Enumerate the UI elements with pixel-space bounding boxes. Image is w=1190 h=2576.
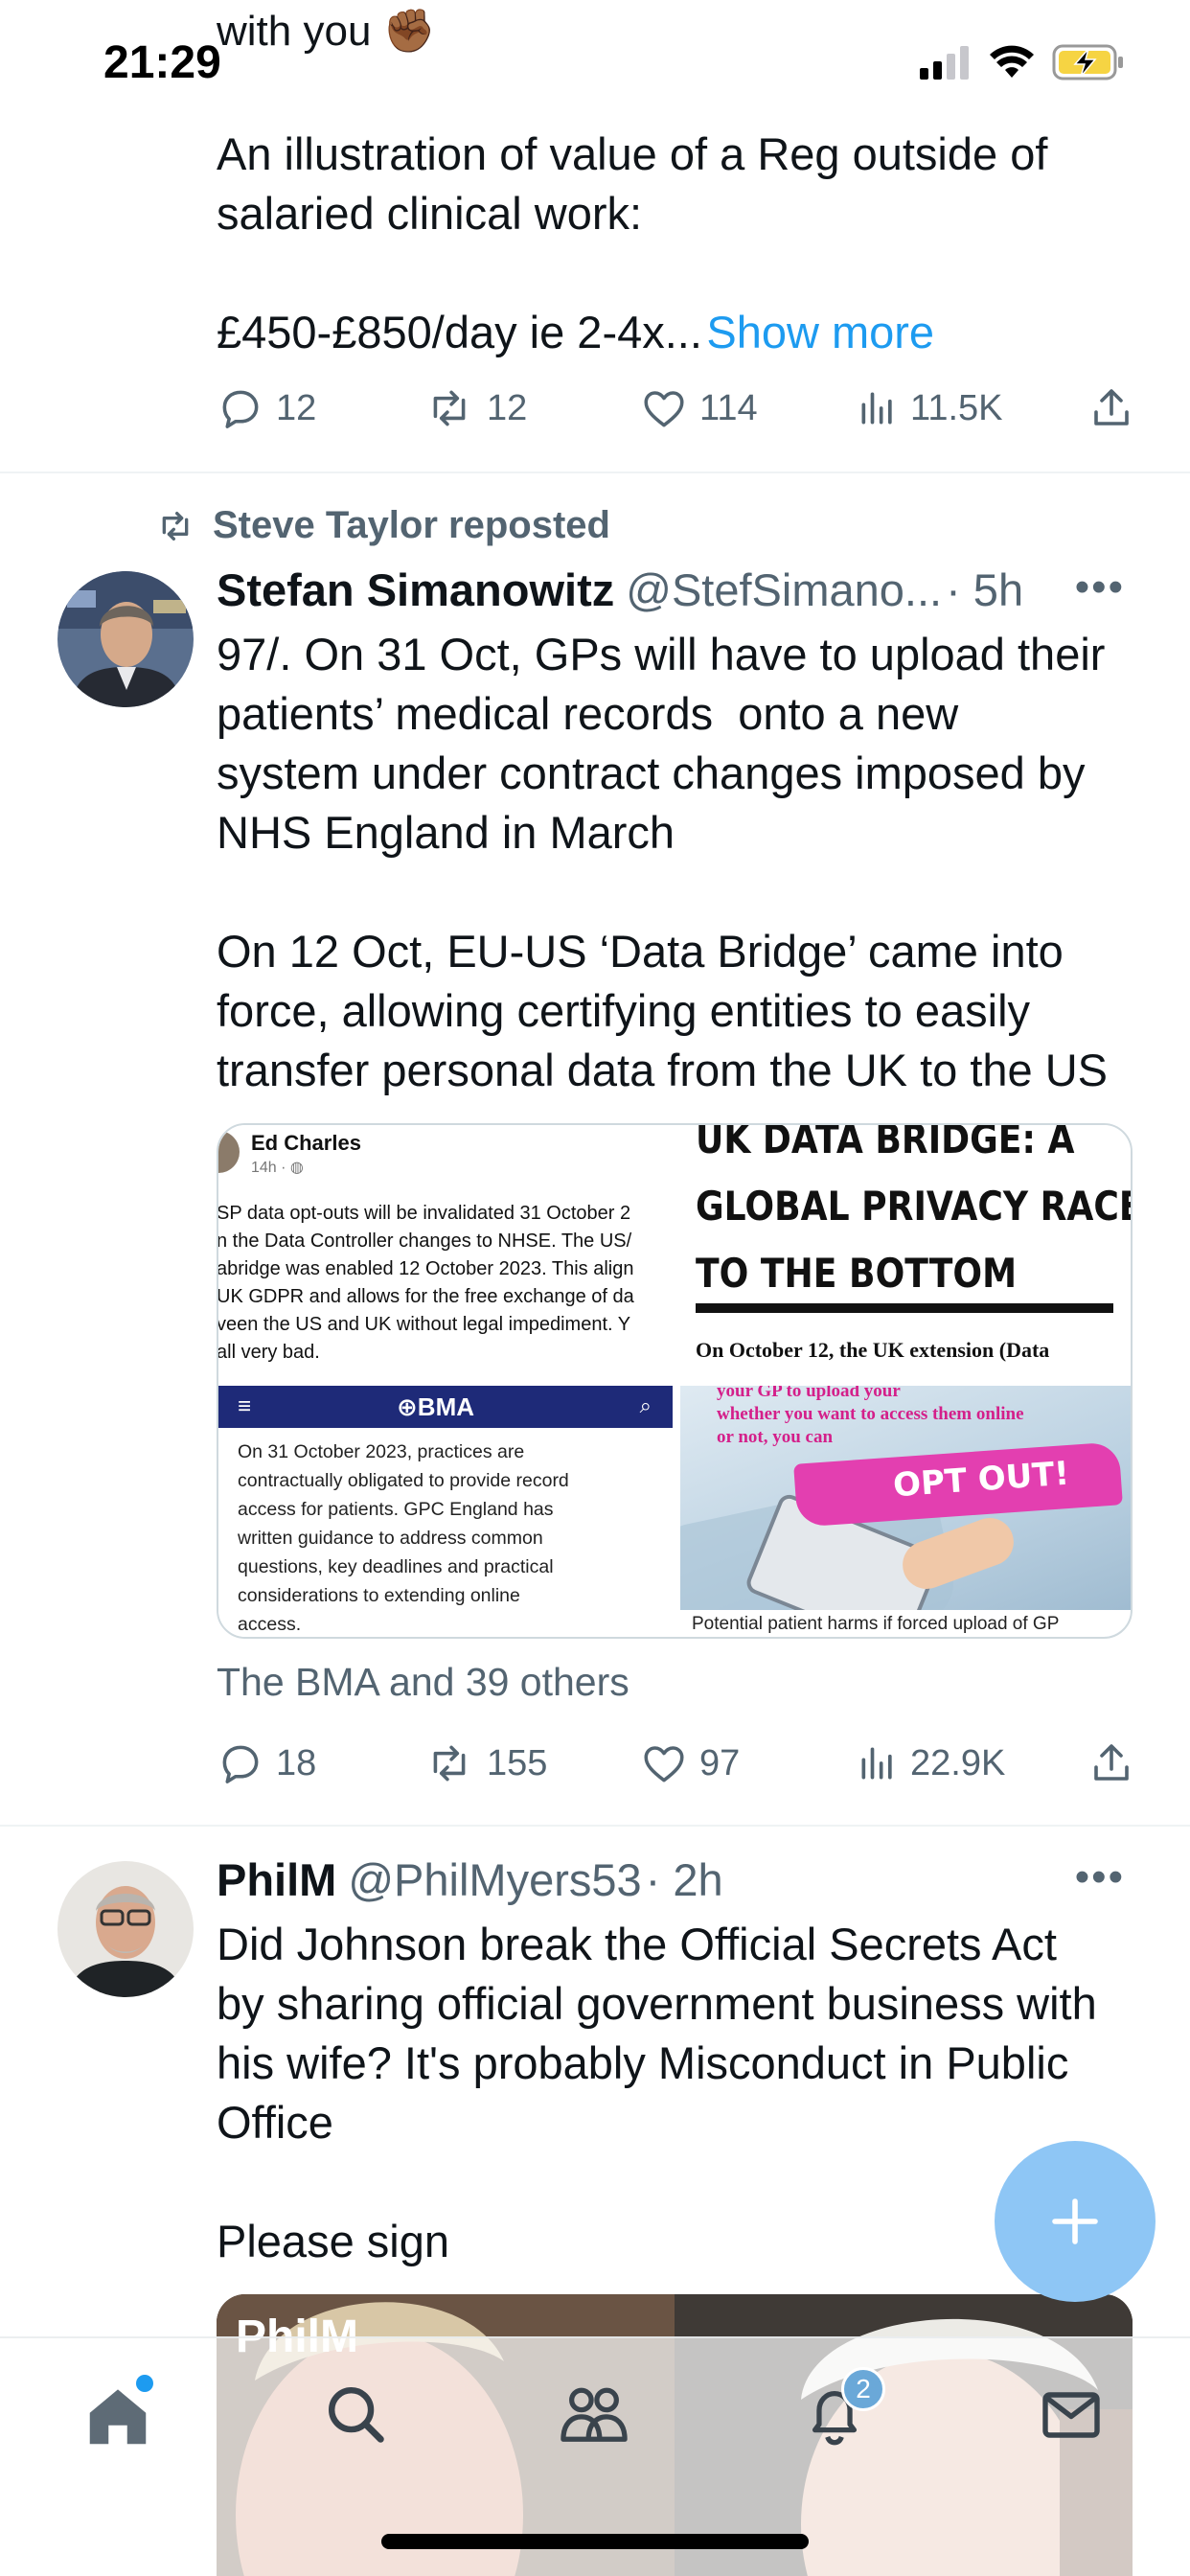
divider [0, 472, 1190, 473]
fb-post-text: SP data opt-outs will be invalidated 31 … [218, 1203, 634, 1363]
repost-icon [162, 511, 189, 540]
repost-count: 12 [487, 387, 528, 428]
reply-button[interactable]: 18 [217, 1739, 423, 1787]
views-button[interactable]: 11.5K [857, 384, 1079, 432]
share-button[interactable] [1088, 1739, 1134, 1787]
home-indicator [381, 2534, 809, 2549]
nav-search[interactable] [322, 2380, 389, 2452]
avatar-image [57, 571, 194, 707]
reply-icon [222, 1745, 259, 1783]
heart-icon [644, 391, 684, 427]
fb-author: Ed Charles [251, 1131, 361, 1155]
article-subline: On October 12, the UK extension (Data [696, 1338, 1050, 1362]
repost-label: Steve Taylor reposted [213, 504, 610, 546]
compose-fab-button[interactable] [995, 2141, 1156, 2302]
tagged-users[interactable]: The BMA and 39 others [217, 1660, 629, 1705]
media-image-article[interactable]: UK DATA BRIDGE: A GLOBAL PRIVACY RACE TO… [680, 1125, 1133, 1384]
repost-count: 155 [487, 1742, 548, 1783]
views-chart-icon [861, 392, 892, 425]
media-image-opt-out[interactable]: your GP to upload your whether you want … [680, 1386, 1131, 1637]
media-grid[interactable]: Ed Charles 14h · ◍ SP data opt-outs will… [217, 1123, 1133, 1639]
media-image-facebook-post[interactable]: Ed Charles 14h · ◍ SP data opt-outs will… [218, 1125, 673, 1384]
optout-top-text: your GP to upload your whether you want … [717, 1386, 1024, 1447]
bma-logo: ⊕BMA [397, 1392, 475, 1421]
nav-communities[interactable] [558, 2380, 630, 2452]
repost-icon [433, 1745, 466, 1782]
repost-button[interactable]: 12 [423, 384, 640, 432]
like-button[interactable]: 97 [640, 1739, 857, 1787]
tweet-text: 97/. On 31 Oct, GPs will have to upload … [217, 629, 1109, 1095]
tweet-body: 97/. On 31 Oct, GPs will have to upload … [217, 625, 1165, 1100]
media-image-bma[interactable]: ≡ ⊕BMA ⌕ On 31 October 2023, practices a… [218, 1386, 673, 1637]
plus-icon [1052, 2198, 1098, 2244]
views-chart-icon [861, 1747, 892, 1780]
globe-icon: ◍ [289, 1160, 304, 1176]
author-name[interactable]: PhilM [217, 1853, 336, 1906]
globe-icon: ⊕ [397, 1392, 418, 1421]
reply-button[interactable]: 12 [217, 384, 423, 432]
author-name[interactable]: Stefan Simanowitz [217, 564, 614, 616]
share-button[interactable] [1088, 384, 1134, 432]
status-icons [920, 44, 1125, 80]
divider [0, 1825, 1190, 1827]
bma-header: ≡ ⊕BMA ⌕ [218, 1386, 673, 1428]
nav-messages[interactable] [1037, 2380, 1106, 2454]
repost-button[interactable]: 155 [423, 1739, 640, 1787]
repost-indicator[interactable]: Steve Taylor reposted [153, 504, 610, 547]
battery-charging-icon [1052, 44, 1123, 80]
messages-icon [1042, 2392, 1100, 2438]
status-time: 21:29 [103, 37, 221, 88]
author-handle[interactable]: @PhilMyers53 [348, 1853, 641, 1906]
reply-count: 12 [276, 387, 317, 428]
communities-icon [561, 2387, 628, 2442]
reply-icon [222, 390, 259, 428]
like-count: 114 [699, 387, 758, 428]
show-more-link[interactable]: Show more [706, 307, 934, 357]
nav-home[interactable] [80, 2375, 155, 2458]
share-icon [1094, 1744, 1129, 1781]
views-count: 22.9K [910, 1742, 1006, 1783]
tweet-time: · 2h [645, 1854, 723, 1905]
heart-icon [644, 1746, 684, 1782]
avatar-image [57, 1861, 194, 1997]
tweet-actions: 18 155 97 22.9K [217, 1735, 1134, 1792]
tweet-time: · 5h [946, 564, 1024, 615]
unread-dot [136, 2375, 153, 2392]
wifi-icon [990, 45, 1034, 78]
repost-icon [433, 390, 466, 426]
menu-icon: ≡ [238, 1393, 252, 1419]
like-button[interactable]: 114 [640, 384, 857, 432]
avatar[interactable] [57, 571, 194, 707]
article-headline: UK DATA BRIDGE: A GLOBAL PRIVACY RACE TO… [696, 1125, 1133, 1297]
views-count: 11.5K [910, 387, 1003, 428]
fb-avatar [218, 1131, 240, 1173]
more-options-icon[interactable]: ••• [1075, 1853, 1125, 1901]
search-icon: ⌕ [639, 1393, 652, 1417]
more-options-icon[interactable]: ••• [1075, 564, 1125, 611]
like-count: 97 [699, 1742, 741, 1783]
notification-badge: 2 [841, 2367, 885, 2411]
status-bar: 21:29 [0, 0, 1190, 125]
partial-tweet-body: An illustration of value of a Reg outsid… [217, 125, 1156, 362]
article-rule [696, 1303, 1113, 1313]
tweet-header: PhilM @PhilMyers53 · 2h [217, 1853, 723, 1906]
nav-notifications[interactable]: 2 [801, 2367, 885, 2454]
tweet-header: Stefan Simanowitz @StefSimano... · 5h [217, 564, 1023, 616]
tweet-text: Did Johnson break the Official Secrets A… [217, 1919, 1097, 2266]
views-button[interactable]: 22.9K [857, 1739, 1079, 1787]
share-icon [1094, 389, 1129, 426]
bma-text: On 31 October 2023, practices are contra… [238, 1441, 569, 1635]
signal-icon [920, 46, 969, 80]
avatar[interactable] [57, 1861, 194, 1997]
reply-count: 18 [276, 1742, 317, 1783]
optout-caption: Potential patient harms if forced upload… [692, 1614, 1060, 1634]
tweet-actions: 12 12 114 11.5K [217, 380, 1134, 437]
author-handle[interactable]: @StefSimano... [626, 564, 942, 616]
search-icon [329, 2387, 384, 2443]
fb-meta: 14h · ◍ [251, 1160, 304, 1176]
